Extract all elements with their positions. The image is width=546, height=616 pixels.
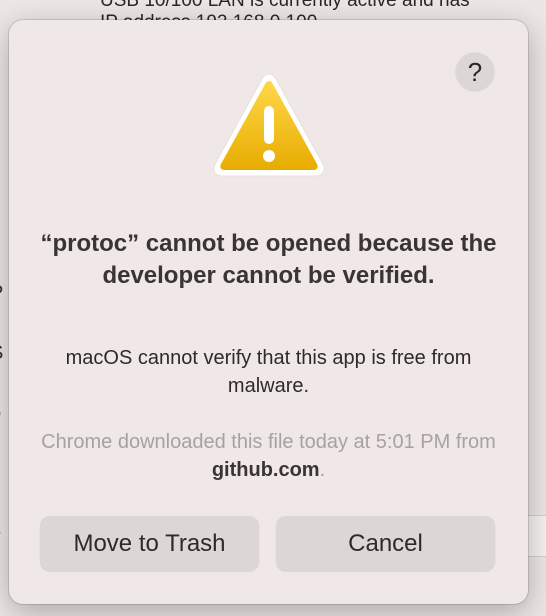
- dialog-title: “protoc” cannot be opened because the de…: [40, 230, 497, 289]
- move-to-trash-button[interactable]: Move to Trash: [40, 516, 259, 571]
- dialog-message: macOS cannot verify that this app is fre…: [65, 347, 472, 397]
- cancel-button[interactable]: Cancel: [276, 516, 495, 571]
- download-info: Chrome downloaded this file today at 5:0…: [39, 428, 498, 484]
- background-status-line-1: USB 10/100 LAN is currently active and h…: [100, 0, 470, 11]
- background-fragment: o: [0, 402, 1, 425]
- background-fragment: P: [0, 282, 3, 305]
- warning-icon: [213, 73, 325, 177]
- download-source: github.com: [211, 459, 320, 481]
- help-button[interactable]: ?: [456, 53, 494, 91]
- background-fragment: 8: [0, 520, 1, 543]
- alert-dialog: ? “protoc” cannot be opened because the …: [9, 20, 528, 604]
- download-info-suffix: .: [319, 459, 326, 481]
- download-info-text: Chrome downloaded this file today at 5:0…: [41, 431, 496, 453]
- background-fragment: S: [0, 342, 3, 365]
